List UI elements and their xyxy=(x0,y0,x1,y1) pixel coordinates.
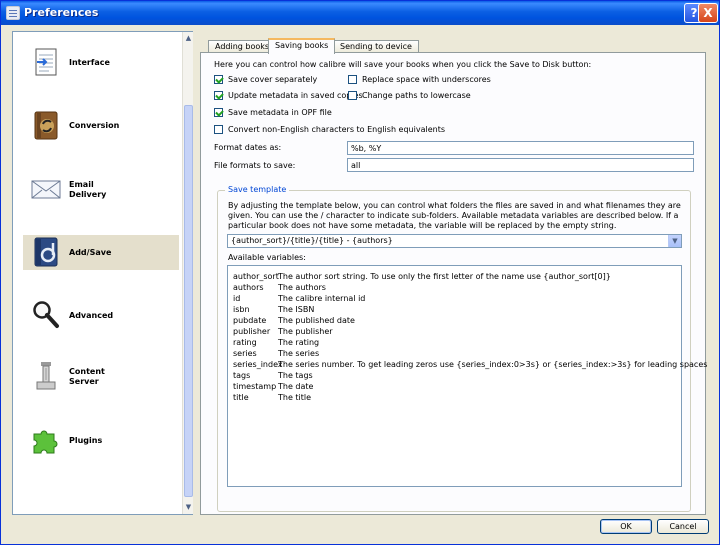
sidebar-scrollbar[interactable]: ▲ ▼ xyxy=(182,32,193,514)
chevron-down-icon[interactable]: ▼ xyxy=(668,235,681,247)
sidebar-item-email-delivery[interactable]: Email Delivery xyxy=(23,172,179,207)
file-formats-input[interactable]: all xyxy=(347,158,694,172)
sidebar-item-label: Interface xyxy=(69,57,110,67)
scroll-down-arrow-icon[interactable]: ▼ xyxy=(183,502,194,513)
sidebar-item-label: Email Delivery xyxy=(69,179,107,199)
sidebar-item-label: Plugins xyxy=(69,435,103,445)
sidebar-item-label: Add/Save xyxy=(69,247,112,257)
preferences-window: Preferences ? X Interface Conversion Ema… xyxy=(0,0,720,545)
category-sidebar: Interface Conversion Email Delivery Add/… xyxy=(12,31,193,515)
group-title: Save template xyxy=(225,185,290,194)
checkbox-label: Change paths to lowercase xyxy=(362,91,471,100)
interface-icon xyxy=(35,48,57,76)
file-formats-label: File formats to save: xyxy=(214,161,296,170)
sidebar-item-plugins[interactable]: Plugins xyxy=(23,423,179,458)
close-button[interactable]: X xyxy=(698,3,718,23)
scrollbar-thumb[interactable] xyxy=(184,105,193,497)
checkbox-label: Save cover separately xyxy=(228,75,318,84)
sidebar-item-add-save[interactable]: Add/Save xyxy=(23,235,179,270)
checkbox-box[interactable] xyxy=(348,75,357,84)
checkbox-box[interactable] xyxy=(214,108,223,117)
magnifier-icon xyxy=(33,301,59,328)
scroll-up-arrow-icon[interactable]: ▲ xyxy=(183,33,194,44)
template-value: {author_sort}/{title}/{title} - {authors… xyxy=(231,236,393,245)
conversion-icon xyxy=(34,111,58,140)
format-dates-label: Format dates as: xyxy=(214,143,282,152)
available-variables-label: Available variables: xyxy=(228,253,306,262)
checkbox-box[interactable] xyxy=(348,91,357,100)
sidebar-item-label: Conversion xyxy=(69,120,120,130)
add-save-icon xyxy=(34,237,58,267)
save-opf-checkbox[interactable]: Save metadata in OPF file xyxy=(214,108,332,117)
sidebar-item-advanced[interactable]: Advanced xyxy=(23,298,179,333)
template-combobox[interactable]: {author_sort}/{title}/{title} - {authors… xyxy=(227,234,682,248)
checkbox-box[interactable] xyxy=(214,125,223,134)
replace-space-checkbox[interactable]: Replace space with underscores xyxy=(348,75,491,84)
available-variables-list[interactable]: author_sort The author sort string. To us… xyxy=(227,265,707,487)
sidebar-item-conversion[interactable]: Conversion xyxy=(23,108,179,143)
title-bar: Preferences ? X xyxy=(1,1,719,25)
ok-button[interactable]: OK xyxy=(600,519,652,534)
server-icon xyxy=(36,362,56,390)
lowercase-paths-checkbox[interactable]: Change paths to lowercase xyxy=(348,91,471,100)
sidebar-item-label: Content Server xyxy=(69,366,105,386)
sidebar-item-interface[interactable]: Interface xyxy=(23,45,179,80)
preferences-app-icon xyxy=(6,6,20,20)
save-cover-checkbox[interactable]: Save cover separately xyxy=(214,75,317,84)
puzzle-icon xyxy=(33,430,58,454)
save-template-group: Save template By adjusting the template … xyxy=(217,185,707,512)
convert-english-checkbox[interactable]: Convert non-English characters to Englis… xyxy=(214,125,445,134)
checkbox-box[interactable] xyxy=(214,91,223,100)
template-description: By adjusting the template below, you can… xyxy=(228,201,681,230)
update-metadata-checkbox[interactable]: Update metadata in saved copies xyxy=(214,91,363,100)
sidebar-item-label: Advanced xyxy=(69,310,114,320)
checkbox-label: Replace space with underscores xyxy=(362,75,491,84)
window-title: Preferences xyxy=(24,6,99,19)
sidebar-item-content-server[interactable]: Content Server xyxy=(23,359,179,394)
checkbox-label: Save metadata in OPF file xyxy=(228,108,332,117)
format-dates-input[interactable]: %b, %Y xyxy=(347,141,694,155)
checkbox-label: Update metadata in saved copies xyxy=(228,91,363,100)
checkbox-label: Convert non-English characters to Englis… xyxy=(228,125,445,134)
cancel-button[interactable]: Cancel xyxy=(657,519,709,534)
saving-books-panel: Here you can control how calibre will sa… xyxy=(200,52,707,515)
email-icon xyxy=(31,180,61,199)
tab-saving-books[interactable]: Saving books xyxy=(268,38,336,54)
checkbox-box[interactable] xyxy=(214,75,223,84)
intro-text: Here you can control how calibre will sa… xyxy=(214,60,592,69)
